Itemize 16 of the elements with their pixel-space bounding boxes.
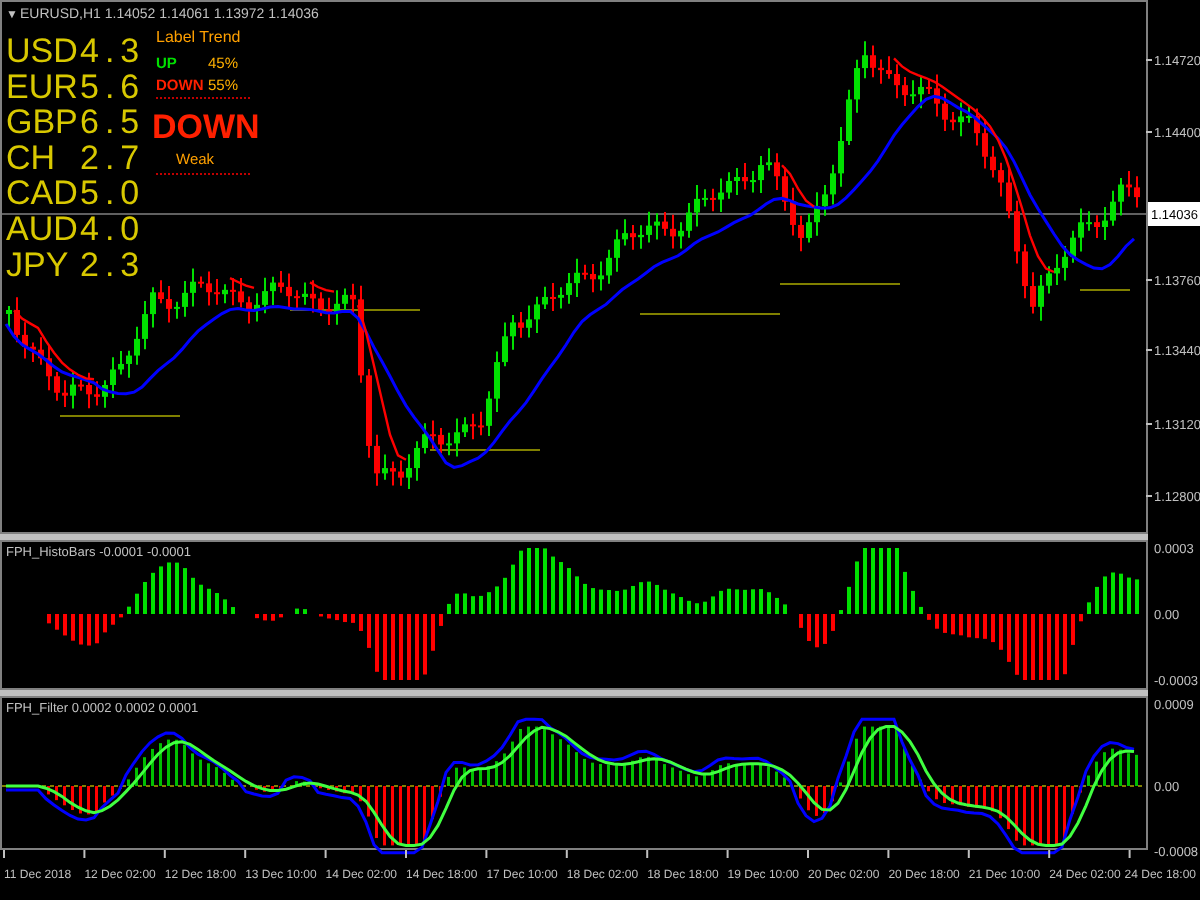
currency-name: CH [6, 138, 56, 177]
strength-value: 2.7 [80, 138, 146, 177]
currency-name: USD [6, 32, 78, 70]
trend-signal: DOWN [152, 108, 260, 146]
panel-title: Label Trend [156, 28, 241, 46]
strength-value: 5.6 [80, 67, 146, 106]
strength-value: 4.0 [80, 210, 146, 248]
strength-value: 5.0 [80, 174, 146, 213]
currency-name: GBP [6, 103, 78, 142]
currency-name: JPY [6, 245, 69, 284]
strength-value: 4.3 [80, 32, 146, 70]
strength-value: 2.3 [80, 245, 146, 284]
currency-name: EUR [6, 67, 78, 106]
currency-name: CAD [6, 174, 78, 213]
currency-name: AUD [6, 210, 78, 248]
strength-value: 6.5 [80, 103, 146, 142]
